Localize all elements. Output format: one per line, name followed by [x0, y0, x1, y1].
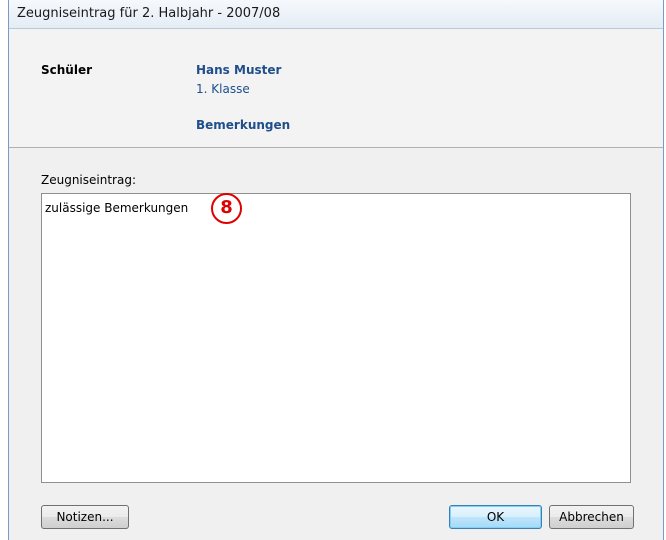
notes-button[interactable]: Notizen... [41, 505, 129, 529]
student-label: Schüler [41, 63, 93, 77]
ok-button-label: OK [486, 510, 505, 524]
header-panel: Schüler Hans Muster 1. Klasse Bemerkunge… [9, 29, 663, 148]
annotation-marker: 8 [211, 193, 242, 224]
cancel-button-label: Abbrechen [559, 510, 624, 524]
ok-button[interactable]: OK [449, 505, 542, 529]
window-title: Zeugniseintrag für 2. Halbjahr - 2007/08 [17, 6, 281, 21]
entry-textarea[interactable]: zulässige Bemerkungen [41, 193, 631, 483]
section-title: Bemerkungen [196, 118, 291, 132]
notes-button-label: Notizen... [56, 510, 114, 524]
student-name: Hans Muster [196, 63, 282, 77]
student-class: 1. Klasse [196, 82, 250, 96]
cancel-button[interactable]: Abbrechen [549, 505, 634, 529]
entry-label: Zeugniseintrag: [41, 173, 136, 187]
title-bar[interactable]: Zeugniseintrag für 2. Halbjahr - 2007/08 [9, 0, 663, 29]
dialog-window: Zeugniseintrag für 2. Halbjahr - 2007/08… [8, 0, 664, 540]
